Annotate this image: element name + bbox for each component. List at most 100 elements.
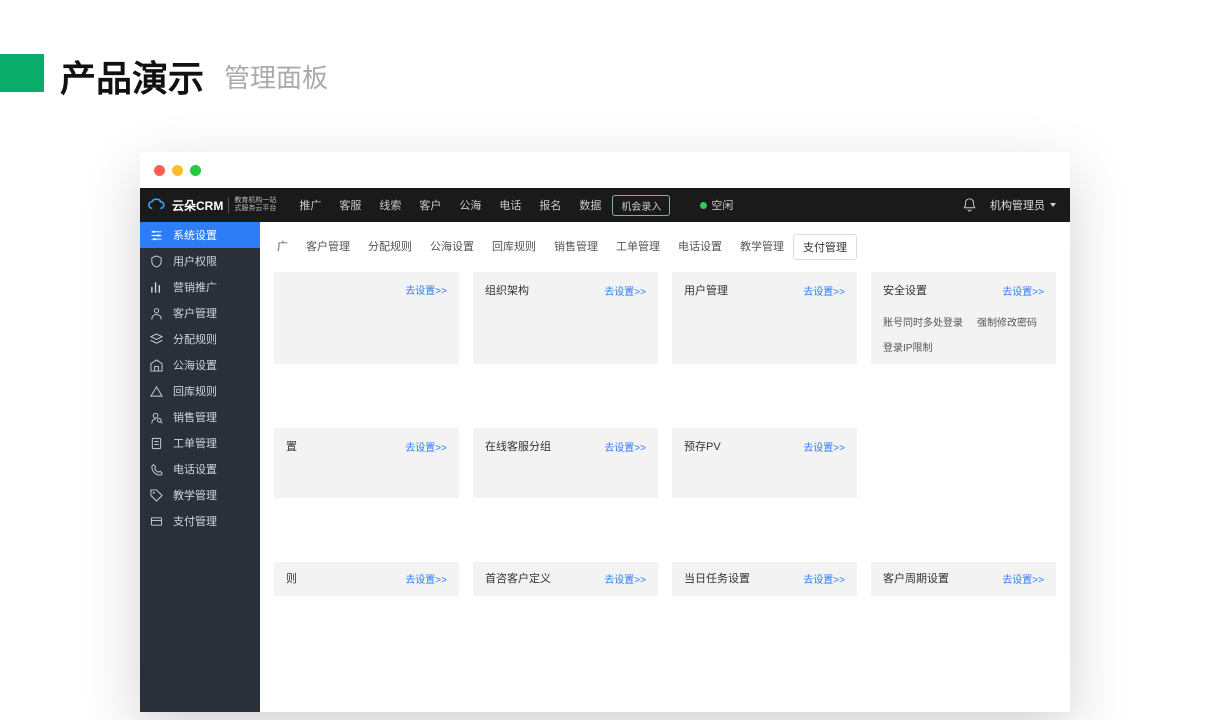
cloud-icon	[148, 198, 168, 212]
sidebar-item[interactable]: 用户权限	[140, 248, 260, 274]
logo-text: 云朵CRM	[172, 197, 223, 214]
go-settings-link[interactable]: 去设置>>	[405, 571, 447, 586]
sidebar-item-label: 销售管理	[173, 409, 217, 425]
content: 广客户管理分配规则公海设置回库规则销售管理工单管理电话设置教学管理支付管理 去设…	[260, 222, 1070, 712]
card-icon	[150, 515, 163, 528]
app-window: 云朵CRM 教育机构一站 式服务云平台 推广客服线索客户公海电话报名数据 机会录…	[140, 152, 1070, 712]
sidebar-item-label: 回库规则	[173, 383, 217, 399]
tab[interactable]: 电话设置	[669, 234, 731, 260]
top-nav: 推广客服线索客户公海电话报名数据	[294, 193, 606, 217]
bell-icon[interactable]	[963, 198, 976, 213]
tab[interactable]: 客户管理	[297, 234, 359, 260]
go-settings-link[interactable]: 去设置>>	[604, 571, 646, 586]
top-nav-item[interactable]: 客服	[334, 193, 366, 217]
sidebar-item-label: 公海设置	[173, 357, 217, 373]
status-label: 空闲	[711, 197, 733, 213]
sidebar-item[interactable]: 系统设置	[140, 222, 260, 248]
top-nav-item[interactable]: 电话	[494, 193, 526, 217]
close-window-icon[interactable]	[154, 165, 165, 176]
topbar: 云朵CRM 教育机构一站 式服务云平台 推广客服线索客户公海电话报名数据 机会录…	[140, 188, 1070, 222]
top-nav-item[interactable]: 数据	[574, 193, 606, 217]
sidebar-item-label: 用户权限	[173, 253, 217, 269]
presentation-header: 产品演示 管理面板	[0, 0, 1210, 102]
go-settings-link[interactable]: 去设置>>	[604, 283, 646, 298]
chart-icon	[150, 281, 163, 294]
card-row-1: 去设置>>组织架构去设置>>用户管理去设置>>安全设置去设置>>账号同时多处登录…	[260, 272, 1070, 378]
card-title: 客户周期设置	[883, 570, 949, 586]
go-settings-link[interactable]: 去设置>>	[604, 439, 646, 454]
user-menu[interactable]: 机构管理员	[990, 197, 1056, 213]
go-settings-link[interactable]: 去设置>>	[405, 282, 447, 297]
tab[interactable]: 支付管理	[793, 234, 857, 260]
settings-card: 预存PV去设置>>	[672, 428, 857, 498]
card-title: 组织架构	[485, 282, 529, 298]
go-settings-link[interactable]: 去设置>>	[803, 283, 845, 298]
sidebar-item[interactable]: 销售管理	[140, 404, 260, 430]
triangle-icon	[150, 385, 163, 398]
card-row-3: 则去设置>>首咨客户定义去设置>>当日任务设置去设置>>客户周期设置去设置>>	[260, 562, 1070, 610]
settings-card: 则 去设置>>	[274, 562, 459, 596]
settings-card: 安全设置去设置>>账号同时多处登录强制修改密码登录IP限制	[871, 272, 1056, 364]
sidebar-item[interactable]: 教学管理	[140, 482, 260, 508]
body: 系统设置用户权限营销推广客户管理分配规则公海设置回库规则销售管理工单管理电话设置…	[140, 222, 1070, 712]
window-titlebar	[140, 152, 1070, 188]
go-settings-link[interactable]: 去设置>>	[803, 439, 845, 454]
top-nav-item[interactable]: 报名	[534, 193, 566, 217]
sidebar-item[interactable]: 营销推广	[140, 274, 260, 300]
top-nav-item[interactable]: 公海	[454, 193, 486, 217]
top-nav-item[interactable]: 线索	[374, 193, 406, 217]
settings-card: 客户周期设置 去设置>>	[871, 562, 1056, 596]
person-search-icon	[150, 411, 163, 424]
doc-icon	[150, 437, 163, 450]
settings-card: 组织架构 去设置>>	[473, 272, 658, 364]
minimize-window-icon[interactable]	[172, 165, 183, 176]
tab[interactable]: 广	[268, 234, 297, 260]
sidebar-item[interactable]: 分配规则	[140, 326, 260, 352]
tab[interactable]: 工单管理	[607, 234, 669, 260]
go-settings-link[interactable]: 去设置>>	[405, 439, 447, 454]
opportunity-entry-button[interactable]: 机会录入	[612, 195, 670, 216]
page-title: 产品演示	[60, 50, 204, 102]
go-settings-link[interactable]: 去设置>>	[803, 571, 845, 586]
sidebar-item-label: 电话设置	[173, 461, 217, 477]
top-nav-item[interactable]: 推广	[294, 193, 326, 217]
phone-icon	[150, 463, 163, 476]
building-icon	[150, 359, 163, 372]
tab[interactable]: 教学管理	[731, 234, 793, 260]
go-settings-link[interactable]: 去设置>>	[1002, 571, 1044, 586]
card-title: 则	[286, 570, 297, 586]
sidebar-item[interactable]: 工单管理	[140, 430, 260, 456]
tab[interactable]: 公海设置	[421, 234, 483, 260]
status-dot-icon	[700, 202, 707, 209]
sidebar: 系统设置用户权限营销推广客户管理分配规则公海设置回库规则销售管理工单管理电话设置…	[140, 222, 260, 712]
tag-icon	[150, 489, 163, 502]
logo[interactable]: 云朵CRM 教育机构一站 式服务云平台	[140, 188, 284, 222]
maximize-window-icon[interactable]	[190, 165, 201, 176]
sidebar-item-label: 系统设置	[173, 227, 217, 243]
sidebar-item-label: 教学管理	[173, 487, 217, 503]
sidebar-item-label: 客户管理	[173, 305, 217, 321]
settings-card: 去设置>>	[274, 272, 459, 364]
sidebar-item-label: 分配规则	[173, 331, 217, 347]
card-tag: 账号同时多处登录	[883, 314, 963, 329]
sidebar-item[interactable]: 回库规则	[140, 378, 260, 404]
sidebar-item[interactable]: 支付管理	[140, 508, 260, 534]
status-indicator[interactable]: 空闲	[700, 197, 733, 213]
sidebar-item[interactable]: 电话设置	[140, 456, 260, 482]
settings-card: 当日任务设置去设置>>	[672, 562, 857, 596]
card-tag: 登录IP限制	[883, 339, 932, 354]
card-title: 在线客服分组	[485, 438, 551, 454]
shield-icon	[150, 255, 163, 268]
tab[interactable]: 销售管理	[545, 234, 607, 260]
sidebar-item[interactable]: 客户管理	[140, 300, 260, 326]
top-nav-item[interactable]: 客户	[414, 193, 446, 217]
go-settings-link[interactable]: 去设置>>	[1002, 283, 1044, 298]
sidebar-item-label: 工单管理	[173, 435, 217, 451]
settings-card: 首咨客户定义去设置>>	[473, 562, 658, 596]
tab[interactable]: 分配规则	[359, 234, 421, 260]
sidebar-item[interactable]: 公海设置	[140, 352, 260, 378]
tab[interactable]: 回库规则	[483, 234, 545, 260]
card-row-2: 置去设置>>在线客服分组去设置>>预存PV去设置>>	[260, 428, 1070, 512]
settings-card: 置去设置>>	[274, 428, 459, 498]
sidebar-item-label: 营销推广	[173, 279, 217, 295]
